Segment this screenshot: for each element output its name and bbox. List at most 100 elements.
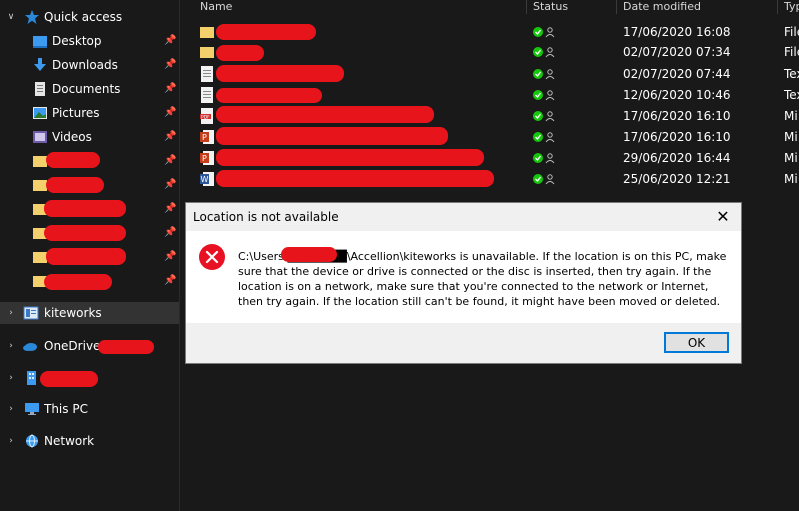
- nav-item-redacted-organization[interactable]: ›: [0, 367, 179, 389]
- sync-status-icon: [533, 27, 555, 38]
- nav-item-redacted-folder[interactable]: 📌: [0, 270, 179, 292]
- pin-icon: 📌: [164, 83, 177, 94]
- redaction-mark: [44, 225, 126, 241]
- chevron-right-icon[interactable]: ›: [6, 341, 16, 351]
- videos-icon: [33, 131, 47, 143]
- nav-item-pictures[interactable]: Pictures 📌: [0, 102, 179, 124]
- column-header-type[interactable]: Typ: [784, 0, 799, 14]
- pin-icon: 📌: [164, 131, 177, 142]
- powerpoint-file-icon: P: [200, 151, 214, 165]
- svg-text:P: P: [202, 154, 207, 163]
- file-row[interactable]: 12/06/2020 10:46 Tex: [180, 84, 799, 106]
- file-row[interactable]: 17/06/2020 16:08 File: [180, 21, 799, 43]
- nav-item-this-pc[interactable]: › This PC: [0, 398, 179, 420]
- nav-item-onedrive[interactable]: › OneDrive: [0, 335, 179, 357]
- nav-label-quick-access: Quick access: [44, 10, 123, 24]
- column-header-date-modified[interactable]: Date modified: [623, 0, 701, 14]
- svg-text:P: P: [202, 133, 207, 142]
- nav-item-redacted-folder[interactable]: 📌: [0, 198, 179, 220]
- file-row[interactable]: P 29/06/2020 16:44 Mi: [180, 147, 799, 169]
- nav-item-network[interactable]: › Network: [0, 430, 179, 452]
- pin-icon: 📌: [164, 275, 177, 286]
- download-icon: [34, 58, 46, 71]
- file-type: Mi: [784, 130, 798, 144]
- text-file-icon: [201, 87, 213, 103]
- chevron-right-icon[interactable]: ›: [6, 308, 16, 318]
- chevron-down-icon[interactable]: ∨: [6, 12, 16, 22]
- file-date: 02/07/2020 07:44: [623, 67, 731, 81]
- nav-label-kiteworks: kiteworks: [44, 306, 102, 320]
- file-type: Mi: [784, 151, 798, 165]
- file-row[interactable]: PDF 17/06/2020 16:10 Mi: [180, 105, 799, 127]
- nav-label-desktop: Desktop: [52, 34, 102, 48]
- nav-label-documents: Documents: [52, 82, 121, 96]
- chevron-right-icon[interactable]: ›: [6, 404, 16, 414]
- sync-status-icon: [533, 174, 555, 185]
- nav-label-videos: Videos: [52, 130, 92, 144]
- sync-status-icon: [533, 111, 555, 122]
- error-icon: [199, 244, 225, 270]
- desktop-icon: [33, 36, 47, 48]
- redaction-mark: [216, 24, 316, 40]
- nav-label-this-pc: This PC: [44, 402, 88, 416]
- ok-button[interactable]: OK: [664, 332, 729, 353]
- redaction-mark: [216, 149, 484, 166]
- redaction-mark: [40, 371, 98, 387]
- column-header-status[interactable]: Status: [533, 0, 568, 14]
- pin-icon: 📌: [164, 107, 177, 118]
- redaction-mark: [216, 106, 434, 123]
- file-row[interactable]: P 17/06/2020 16:10 Mi: [180, 126, 799, 148]
- nav-item-redacted-folder[interactable]: 📌: [0, 150, 179, 172]
- nav-item-videos[interactable]: Videos 📌: [0, 126, 179, 148]
- redaction-mark: [46, 248, 126, 265]
- nav-item-downloads[interactable]: Downloads 📌: [0, 54, 179, 76]
- chevron-right-icon[interactable]: ›: [6, 373, 16, 383]
- redaction-mark: [216, 170, 494, 187]
- network-icon: [26, 434, 38, 448]
- svg-text:W: W: [201, 175, 209, 184]
- file-row[interactable]: W 25/06/2020 12:21 Mi: [180, 168, 799, 190]
- nav-item-kiteworks[interactable]: › kiteworks: [0, 302, 179, 324]
- word-file-icon: W: [200, 172, 214, 186]
- nav-item-documents[interactable]: Documents 📌: [0, 78, 179, 100]
- sync-status-icon: [533, 153, 555, 164]
- file-row[interactable]: 02/07/2020 07:34 File: [180, 41, 799, 63]
- file-date: 17/06/2020 16:10: [623, 109, 731, 123]
- navigation-pane: ∨ Quick access Desktop 📌 Downloads 📌 Doc…: [0, 0, 180, 511]
- folder-icon: [200, 47, 214, 58]
- file-date: 17/06/2020 16:08: [623, 25, 731, 39]
- document-icon: [35, 82, 45, 96]
- nav-quick-access[interactable]: ∨ Quick access: [0, 6, 179, 28]
- redaction-mark: [216, 65, 344, 82]
- nav-item-desktop[interactable]: Desktop 📌: [0, 30, 179, 52]
- redaction-mark: [46, 177, 104, 193]
- file-type: Tex: [784, 88, 799, 102]
- nav-label-onedrive: OneDrive: [44, 339, 101, 353]
- file-row[interactable]: 02/07/2020 07:44 Tex: [180, 63, 799, 85]
- file-type: Mi: [784, 172, 798, 186]
- sync-status-icon: [533, 69, 555, 80]
- kiteworks-folder-icon: [23, 306, 39, 320]
- nav-label-downloads: Downloads: [52, 58, 118, 72]
- nav-item-redacted-folder[interactable]: 📌: [0, 222, 179, 244]
- pin-icon: 📌: [164, 59, 177, 70]
- file-type: File: [784, 45, 799, 59]
- close-icon[interactable]: ✕: [713, 207, 733, 227]
- nav-item-redacted-folder[interactable]: 📌: [0, 174, 179, 196]
- redaction-mark: [44, 200, 126, 217]
- text-file-icon: [201, 66, 213, 82]
- nav-item-redacted-folder[interactable]: 📌: [0, 246, 179, 268]
- powerpoint-file-icon: P: [200, 130, 214, 144]
- column-separator[interactable]: [526, 0, 527, 14]
- column-separator[interactable]: [777, 0, 778, 14]
- error-dialog: Location is not available ✕ C:\Users\███…: [185, 202, 742, 364]
- file-date: 02/07/2020 07:34: [623, 45, 731, 59]
- column-header-name[interactable]: Name: [200, 0, 232, 14]
- redaction-mark: [216, 45, 264, 61]
- file-date: 25/06/2020 12:21: [623, 172, 731, 186]
- pin-icon: 📌: [164, 251, 177, 262]
- redaction-mark: [98, 340, 154, 354]
- dialog-body: C:\Users\███████\Accellion\kiteworks is …: [186, 231, 741, 323]
- chevron-right-icon[interactable]: ›: [6, 436, 16, 446]
- column-separator[interactable]: [616, 0, 617, 14]
